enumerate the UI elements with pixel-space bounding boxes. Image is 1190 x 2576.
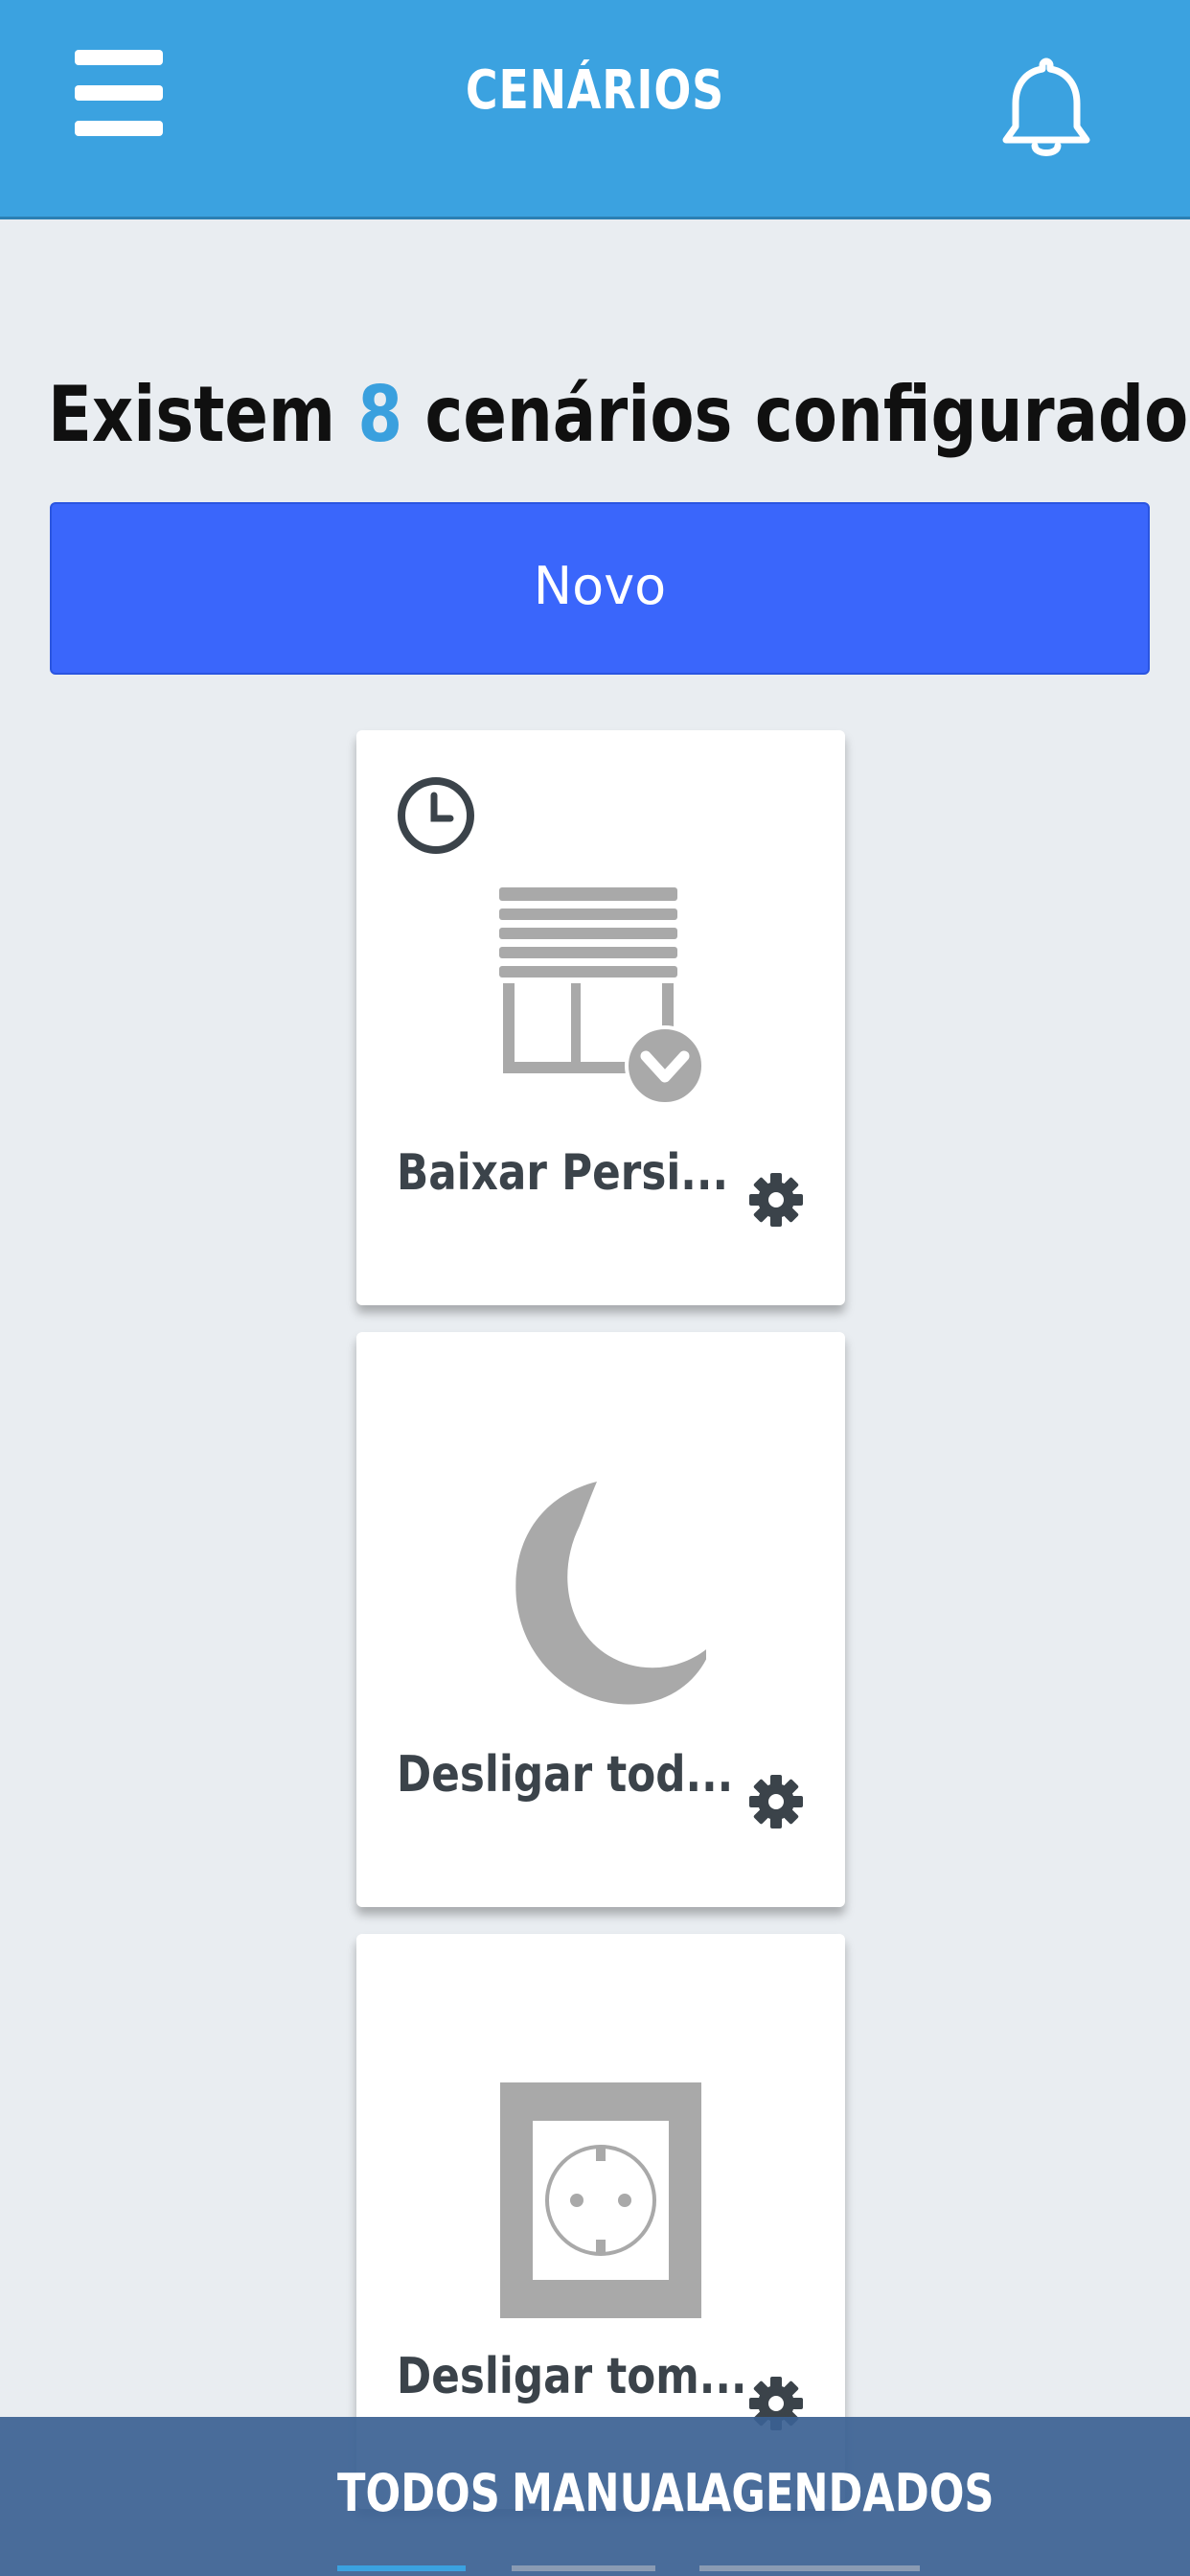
scenario-card[interactable]: Baixar Persi...	[356, 730, 845, 1305]
gear-icon[interactable]	[747, 1171, 805, 1229]
power-outlet-icon	[500, 2082, 701, 2318]
tab-manual-indicator	[512, 2565, 655, 2571]
page-title: CENÁRIOS	[465, 59, 725, 122]
scenario-count: 8	[357, 370, 403, 459]
scenario-name: Baixar Persi...	[397, 1144, 729, 1202]
tab-todos[interactable]: TODOS	[337, 2463, 500, 2523]
moon-icon	[515, 1482, 706, 1705]
new-scenario-button[interactable]: Novo	[50, 502, 1150, 675]
tab-manual[interactable]: MANUAL	[512, 2463, 710, 2523]
tab-agendados[interactable]: AGENDADOS	[699, 2463, 995, 2523]
gear-icon[interactable]	[747, 1773, 805, 1830]
blinds-down-icon	[499, 887, 705, 1106]
scenario-card[interactable]: Desligar tod...	[356, 1332, 845, 1907]
scenario-name: Desligar tom...	[397, 2348, 747, 2405]
app-header: CENÁRIOS	[0, 0, 1190, 219]
bell-icon[interactable]	[1000, 56, 1092, 163]
clock-icon	[398, 777, 474, 854]
tab-todos-indicator	[337, 2565, 466, 2571]
tab-agendados-indicator	[699, 2565, 920, 2571]
scenario-name: Desligar tod...	[397, 1746, 734, 1804]
scenario-count-text: Existem 8 cenários configurados	[48, 370, 1190, 459]
bottom-tab-bar: TODOS MANUAL AGENDADOS	[0, 2417, 1190, 2576]
